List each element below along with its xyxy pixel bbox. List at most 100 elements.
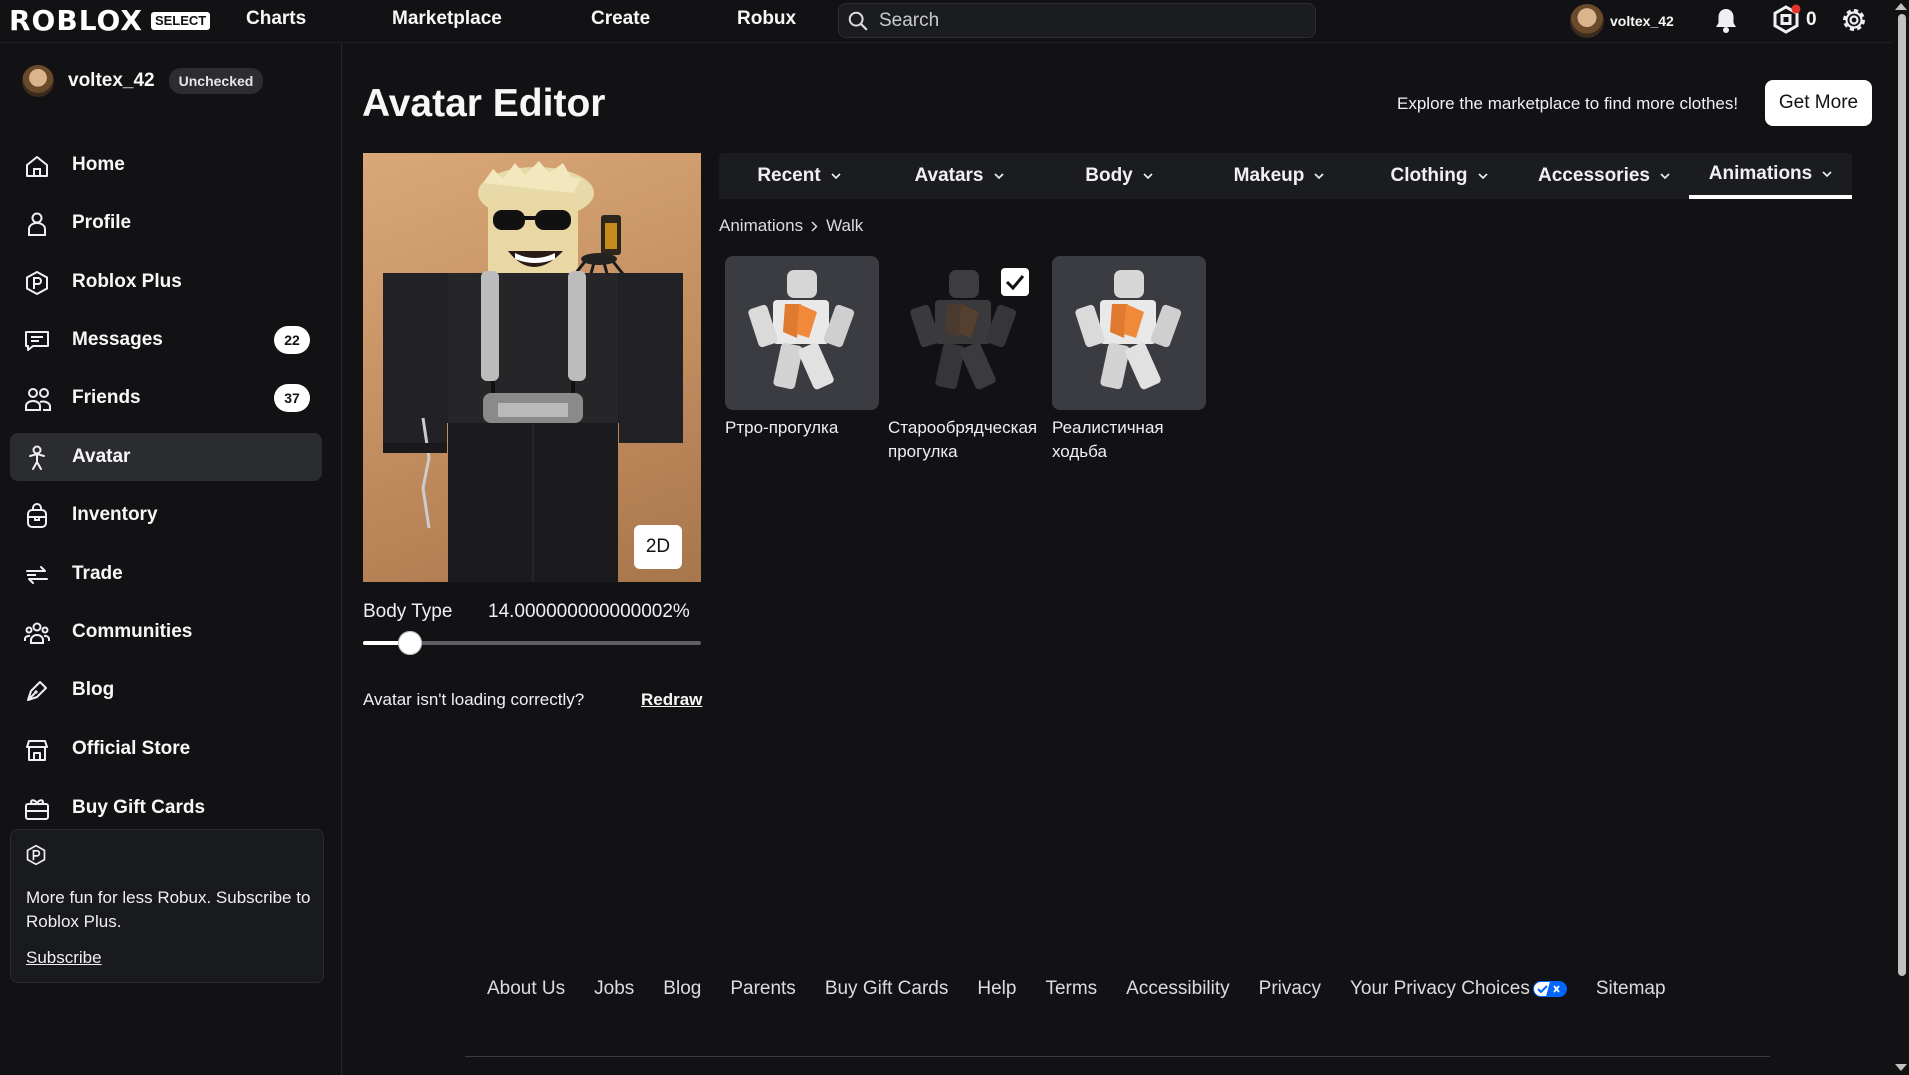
sidebar-item-profile[interactable]: Profile — [10, 199, 322, 247]
tab-label: Avatars — [914, 165, 984, 186]
tab-avatars[interactable]: Avatars — [879, 153, 1039, 199]
footer-link-blog[interactable]: Blog — [663, 978, 701, 1000]
tab-body[interactable]: Body — [1039, 153, 1199, 199]
tab-clothing[interactable]: Clothing — [1359, 153, 1519, 199]
messages-count-badge: 22 — [274, 326, 310, 354]
footer-link-privacy-choices[interactable]: Your Privacy Choices — [1350, 978, 1567, 1000]
chevron-down-icon — [1314, 172, 1324, 180]
sidebar-item-roblox-plus[interactable]: Roblox Plus — [10, 258, 322, 306]
footer-link-jobs[interactable]: Jobs — [594, 978, 634, 1000]
settings-gear-icon[interactable] — [1839, 5, 1869, 35]
roblox-logo[interactable]: ROBLOX SELECT — [9, 7, 211, 35]
footer-link-parents[interactable]: Parents — [730, 978, 795, 1000]
chevron-down-icon — [831, 172, 841, 180]
tab-label: Accessories — [1538, 165, 1650, 186]
sidebar-item-trade[interactable]: Trade — [10, 550, 322, 598]
sidebar-item-messages[interactable]: Messages 22 — [10, 316, 322, 364]
sidebar-item-label: Friends — [72, 387, 141, 408]
trade-icon — [24, 562, 50, 588]
sidebar-item-label: Buy Gift Cards — [72, 797, 206, 818]
animation-item-thumbnail[interactable] — [1052, 256, 1206, 410]
nav-marketplace-link[interactable]: Marketplace — [392, 8, 502, 30]
sidebar-item-home[interactable]: Home — [10, 141, 322, 189]
tab-makeup[interactable]: Makeup — [1199, 153, 1359, 199]
body-type-value: 14.000000000000002% — [488, 601, 690, 622]
animation-item-thumbnail[interactable] — [725, 256, 879, 410]
sidebar-item-blog[interactable]: Blog — [10, 666, 322, 714]
scroll-up-arrow-icon[interactable] — [1895, 3, 1907, 10]
footer-link-privacy[interactable]: Privacy — [1259, 978, 1321, 1000]
footer-link-buy-gift-cards[interactable]: Buy Gift Cards — [825, 978, 949, 1000]
tab-label: Recent — [757, 165, 821, 186]
subscribe-link[interactable]: Subscribe — [26, 948, 102, 968]
sidebar-item-communities[interactable]: Communities — [10, 608, 322, 656]
search-icon — [847, 10, 869, 32]
friends-count-badge: 37 — [274, 384, 310, 412]
chevron-down-icon — [1660, 172, 1670, 180]
sidebar-item-label: Communities — [72, 621, 193, 642]
gift-card-icon — [24, 796, 50, 822]
footer-link-about-us[interactable]: About Us — [487, 978, 565, 1000]
search-input[interactable] — [877, 8, 1301, 33]
selected-checkmark-icon — [1001, 268, 1029, 296]
chevron-down-icon — [993, 172, 1004, 180]
sidebar-item-inventory[interactable]: Inventory — [10, 491, 322, 539]
body-type-label: Body Type — [363, 601, 453, 622]
tab-label: Body — [1085, 165, 1133, 186]
friends-icon — [24, 386, 52, 412]
sidebar-item-official-store[interactable]: Official Store — [10, 725, 322, 773]
top-user-menu[interactable]: voltex_42 — [1570, 4, 1674, 38]
chevron-down-icon — [1822, 170, 1832, 178]
sidebar-item-buy-gift-cards[interactable]: Buy Gift Cards — [10, 784, 322, 832]
robux-icon[interactable] — [1771, 4, 1801, 36]
sidebar-item-label: Official Store — [72, 738, 191, 759]
animation-item-name[interactable]: Реалистичная ходьба — [1052, 416, 1222, 464]
nav-robux-link[interactable]: Robux — [737, 8, 796, 30]
animation-item-name[interactable]: Ртро-прогулка — [725, 416, 895, 440]
get-more-button[interactable]: Get More — [1765, 80, 1872, 126]
animation-item-name[interactable]: Старообрядческая прогулка — [888, 416, 1058, 464]
footer-link-terms[interactable]: Terms — [1045, 978, 1097, 1000]
footer-link-sitemap[interactable]: Sitemap — [1596, 978, 1666, 1000]
footer-link-accessibility[interactable]: Accessibility — [1126, 978, 1229, 1000]
sidebar-item-label: Messages — [72, 329, 163, 350]
avatar-preview[interactable] — [363, 153, 701, 582]
tab-animations[interactable]: Animations — [1689, 153, 1852, 199]
left-sidebar: voltex_42 Unchecked Home Profile Roblox … — [0, 43, 342, 1075]
sidebar-item-friends[interactable]: Friends 37 — [10, 374, 322, 422]
nav-create-link[interactable]: Create — [591, 8, 650, 30]
avatar-loading-help-text: Avatar isn't loading correctly? — [363, 690, 585, 709]
sidebar-user[interactable]: voltex_42 Unchecked — [22, 65, 264, 97]
body-type-slider-thumb[interactable] — [398, 631, 423, 655]
toggle-2d-button[interactable]: 2D — [634, 525, 682, 569]
avatar — [1570, 4, 1604, 38]
category-tabs: Recent Avatars Body Makeup Clothing Acce… — [719, 153, 1852, 199]
sidebar-item-label: Profile — [72, 212, 132, 233]
walk-animation-figure — [748, 270, 855, 390]
sidebar-item-label: Trade — [72, 563, 123, 584]
roblox-plus-icon — [25, 844, 47, 866]
nav-charts-link[interactable]: Charts — [246, 8, 306, 30]
sidebar-item-label: Avatar — [72, 446, 131, 467]
breadcrumb-animations-link[interactable]: Animations — [719, 216, 803, 236]
sidebar-item-avatar[interactable]: Avatar — [10, 433, 322, 481]
footer-link-help[interactable]: Help — [977, 978, 1016, 1000]
profile-icon — [24, 211, 50, 237]
select-badge: SELECT — [150, 12, 211, 30]
redraw-link[interactable]: Redraw — [641, 690, 702, 710]
roblox-plus-promo: More fun for less Robux. Subscribe to Ro… — [10, 829, 324, 983]
avatar-render-image — [383, 161, 683, 582]
tab-recent[interactable]: Recent — [719, 153, 879, 199]
sidebar-item-label: Inventory — [72, 504, 158, 525]
communities-icon — [24, 620, 50, 646]
scrollbar-thumb[interactable] — [1898, 14, 1906, 976]
chevron-right-icon — [811, 220, 818, 232]
store-icon — [24, 737, 50, 763]
search-box[interactable] — [838, 3, 1316, 38]
notifications-bell-icon[interactable] — [1713, 6, 1739, 34]
footer-links: About Us Jobs Blog Parents Buy Gift Card… — [487, 978, 1695, 1000]
footer-divider — [465, 1056, 1770, 1057]
privacy-choices-label: Your Privacy Choices — [1349, 978, 1530, 999]
tab-accessories[interactable]: Accessories — [1519, 153, 1689, 199]
scroll-down-arrow-icon[interactable] — [1895, 1064, 1907, 1071]
